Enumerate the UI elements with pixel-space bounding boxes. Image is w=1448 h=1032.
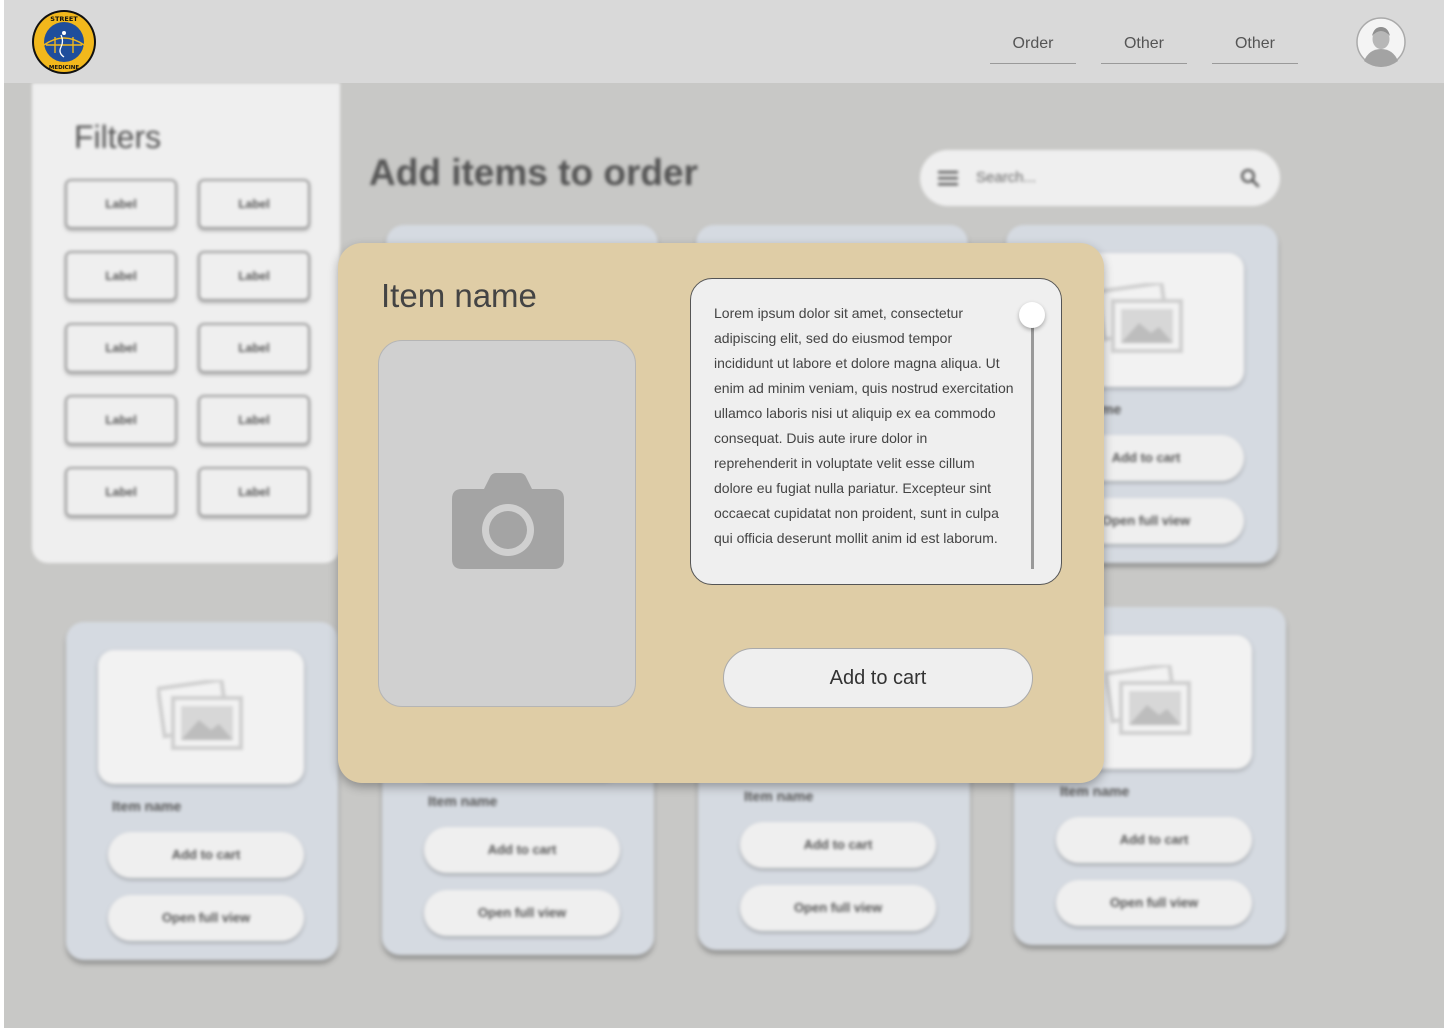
search-icon[interactable] xyxy=(1240,168,1260,188)
app-frame: Filters Label Label Label Label Label La… xyxy=(4,0,1444,1028)
filter-chip[interactable]: Label xyxy=(65,323,177,373)
filter-chip[interactable]: Label xyxy=(198,395,310,445)
add-to-cart-button[interactable]: Add to cart xyxy=(424,827,620,873)
item-name: Item name xyxy=(428,793,498,809)
filters-panel: Filters Label Label Label Label Label La… xyxy=(32,83,340,563)
nav-order[interactable]: Order xyxy=(990,30,1076,64)
description-scrollbar[interactable] xyxy=(1031,315,1034,569)
filters-title: Filters xyxy=(74,119,162,155)
filter-chip[interactable]: Label xyxy=(65,395,177,445)
nav-other[interactable]: Other xyxy=(1101,30,1187,64)
modal-add-to-cart-button[interactable]: Add to cart xyxy=(723,648,1033,708)
add-to-cart-button[interactable]: Add to cart xyxy=(740,822,936,868)
logo-bottom-text: MEDICINE xyxy=(49,65,80,71)
nav-other[interactable]: Other xyxy=(1212,30,1298,64)
filter-chip[interactable]: Label xyxy=(65,467,177,517)
item-photo-placeholder xyxy=(378,340,636,707)
filter-chip[interactable]: Label xyxy=(198,251,310,301)
item-description-box[interactable]: Lorem ipsum dolor sit amet, consectetur … xyxy=(690,278,1062,585)
image-placeholder-icon xyxy=(1105,665,1191,735)
filter-chip[interactable]: Label xyxy=(65,251,177,301)
item-name: Item name xyxy=(112,798,182,814)
user-avatar-icon[interactable] xyxy=(1356,17,1406,67)
logo-top-text: STREET xyxy=(50,15,78,23)
camera-icon xyxy=(452,473,564,569)
item-image xyxy=(98,650,304,784)
add-to-cart-button[interactable]: Add to cart xyxy=(1056,817,1252,863)
scrollbar-handle[interactable] xyxy=(1019,302,1045,328)
open-full-view-button[interactable]: Open full view xyxy=(108,895,304,941)
street-medicine-logo[interactable]: STREET MEDICINE xyxy=(31,9,97,75)
open-full-view-button[interactable]: Open full view xyxy=(740,885,936,931)
page-title: Add items to order xyxy=(369,152,698,193)
image-placeholder-icon xyxy=(1097,283,1183,353)
open-full-view-button[interactable]: Open full view xyxy=(424,890,620,936)
filter-chip[interactable]: Label xyxy=(198,179,310,229)
open-full-view-button[interactable]: Open full view xyxy=(1056,880,1252,926)
menu-icon[interactable] xyxy=(938,170,958,186)
item-detail-modal: Item name Lorem ipsum dolor sit amet, co… xyxy=(338,243,1104,783)
filter-chip[interactable]: Label xyxy=(65,179,177,229)
item-description: Lorem ipsum dolor sit amet, consectetur … xyxy=(714,305,1014,546)
item-name: Item name xyxy=(1060,783,1130,799)
filter-chip[interactable]: Label xyxy=(198,467,310,517)
search-input[interactable]: Search... xyxy=(976,169,1036,186)
modal-item-name: Item name xyxy=(381,277,537,314)
filter-chip[interactable]: Label xyxy=(198,323,310,373)
search-bar[interactable]: Search... xyxy=(920,150,1280,206)
add-to-cart-button[interactable]: Add to cart xyxy=(108,832,304,878)
top-bar: STREET MEDICINE Order Other Other xyxy=(4,0,1444,83)
item-card[interactable]: Item name Add to cart Open full view xyxy=(66,622,338,960)
item-name: Item name xyxy=(744,788,814,804)
image-placeholder-icon xyxy=(157,680,243,750)
